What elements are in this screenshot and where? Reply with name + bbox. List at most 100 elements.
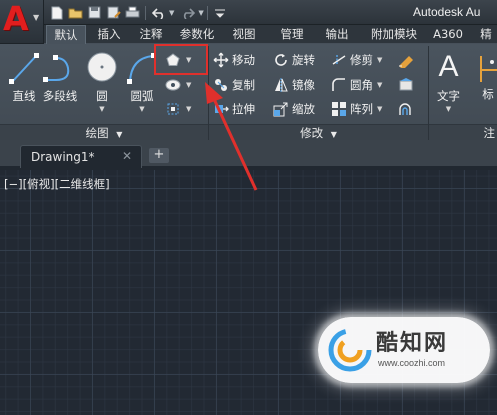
offset-tool-button[interactable] [397,100,415,118]
drawing-tab-name: Drawing1* [31,150,95,164]
plus-icon: + [153,147,165,162]
dimension-icon [480,56,497,82]
rotate-tool-button[interactable]: 旋转 [272,51,315,69]
draw-panel-title[interactable]: 绘图 ▼ [0,124,208,140]
mirror-tool-button[interactable]: 镜像 [272,76,315,94]
close-icon[interactable]: ✕ [122,149,132,163]
annotation-panel-title-text: 注 [483,126,496,140]
tab-annotate[interactable]: 注释 [134,25,168,44]
undo-dropdown-icon[interactable]: ▼ [169,9,174,17]
new-drawing-tab-button[interactable]: + [149,148,169,163]
undo-icon[interactable] [149,4,168,21]
array-tool-label: 阵列 [350,102,373,116]
stretch-tool-label: 拉伸 [232,102,255,116]
customize-qat-icon[interactable] [211,4,230,21]
copy-tool-button[interactable]: 复制 [212,76,255,94]
chevron-down-icon[interactable]: ▼ [186,81,191,89]
fillet-tool-label: 圆角 [350,78,373,92]
chevron-down-icon[interactable]: ▼ [377,81,382,89]
chevron-down-icon: ▼ [33,13,40,22]
coozhi-logo-icon [328,328,372,372]
chevron-down-icon[interactable]: ▼ [139,105,144,113]
dimension-tool-button[interactable]: 标 [478,52,497,102]
toolbar-separator [206,5,208,20]
annotation-panel-title[interactable]: 注 [429,124,497,140]
polyline-tool-button[interactable]: 多段线 [42,50,78,104]
tab-insert[interactable]: 插入 [90,25,128,44]
mirror-icon [272,76,290,94]
hatch-icon [164,76,182,94]
chevron-down-icon[interactable]: ▼ [99,105,104,113]
draw-panel-title-text: 绘图 [85,126,109,140]
ribbon-panel-area: 直线 多段线 圆 ▼ 圆弧 ▼ ▼ ▼ ▼ 移动 旋转 修剪 ▼ 复制 镜像 圆… [0,44,497,140]
new-file-icon[interactable] [47,4,66,21]
text-tool-button[interactable]: A 文字 ▼ [437,48,460,113]
watermark: 酷知网 www.coozhi.com [318,317,490,383]
circle-icon [87,52,117,82]
array-tool-button[interactable]: 阵列 ▼ [330,100,382,118]
watermark-url: www.coozhi.com [378,358,446,368]
trim-icon [330,51,348,69]
explode-icon [397,76,415,94]
polyline-tool-label: 多段线 [42,89,78,103]
hatch-tool-button[interactable]: ▼ [164,76,191,94]
dimension-tool-label: 标 [482,87,494,101]
trim-tool-button[interactable]: 修剪 ▼ [330,51,382,69]
trim-tool-label: 修剪 [350,53,373,67]
array-icon [330,100,348,118]
boundary-icon [164,100,182,118]
app-title: Autodesk Au [413,5,481,19]
rotate-icon [272,51,290,69]
circle-tool-label: 圆 [96,89,108,103]
toolbar-separator [145,5,146,20]
tab-default[interactable]: 默认 [46,25,86,45]
arc-tool-label: 圆弧 [130,89,154,103]
scale-tool-label: 缩放 [292,102,315,116]
tab-output[interactable]: 输出 [320,25,354,44]
polyline-icon [43,55,70,82]
chevron-down-icon[interactable]: ▼ [377,56,382,64]
chevron-down-icon[interactable]: ▼ [186,105,191,113]
line-icon [9,53,39,84]
boundary-tool-button[interactable]: ▼ [164,100,191,118]
tab-featured[interactable]: 精 [476,25,496,44]
move-tool-label: 移动 [232,53,255,67]
move-tool-button[interactable]: 移动 [212,51,255,69]
autocad-logo-icon: A [3,0,29,38]
chevron-down-icon[interactable]: ▼ [446,105,451,113]
redo-icon[interactable] [178,4,197,21]
title-bar: ▼ ▼ Autodesk Au [0,0,497,25]
application-menu-button[interactable]: A ▼ [0,0,44,44]
move-icon [212,51,230,69]
tab-addins[interactable]: 附加模块 [364,25,424,44]
stretch-icon [212,100,230,118]
scale-icon [272,100,290,118]
explode-tool-button[interactable] [397,76,415,94]
chevron-down-icon[interactable]: ▼ [377,105,382,113]
circle-tool-button[interactable]: 圆 ▼ [86,50,118,113]
fillet-icon [330,76,348,94]
viewport-controls-label[interactable]: [−][俯视][二维线框] [4,176,110,192]
redo-dropdown-icon[interactable]: ▼ [198,9,203,17]
copy-tool-label: 复制 [232,78,255,92]
line-tool-label: 直线 [12,89,36,103]
tab-manage[interactable]: 管理 [274,25,310,44]
tab-view[interactable]: 视图 [226,25,262,44]
open-file-icon[interactable] [66,4,85,21]
fillet-tool-button[interactable]: 圆角 ▼ [330,76,382,94]
tab-a360[interactable]: A360 [430,25,466,44]
print-icon[interactable] [123,4,142,21]
save-icon[interactable] [85,4,104,21]
chevron-down-icon: ▼ [330,130,337,139]
copy-icon [212,76,230,94]
line-tool-button[interactable]: 直线 [8,50,40,104]
quick-access-toolbar: ▼ ▼ [47,4,230,21]
stretch-tool-button[interactable]: 拉伸 [212,100,255,118]
modify-panel-title-text: 修改 [300,126,324,140]
save-as-icon[interactable] [104,4,123,21]
drawing-tab[interactable]: Drawing1* ✕ [20,145,142,168]
erase-tool-button[interactable] [397,51,415,69]
modify-panel-title[interactable]: 修改 ▼ [209,124,428,140]
scale-tool-button[interactable]: 缩放 [272,100,315,118]
tab-parametric[interactable]: 参数化 [172,25,222,44]
